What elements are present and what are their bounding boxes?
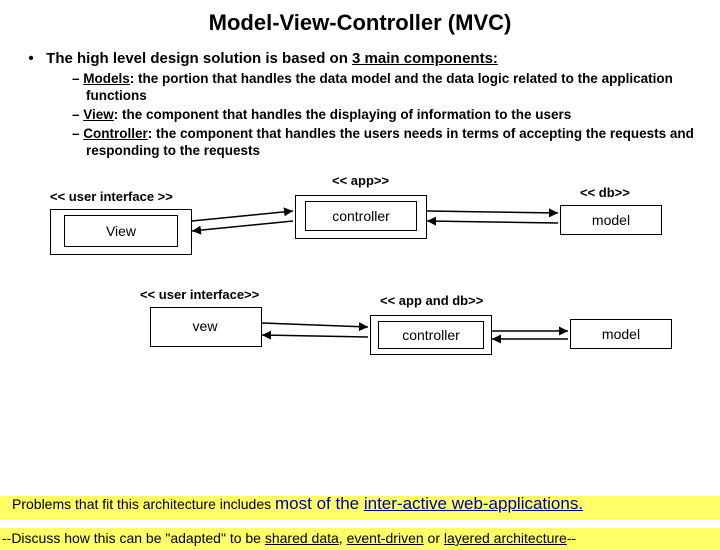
- page-title: Model-View-Controller (MVC): [0, 10, 720, 36]
- d1-ui-label: << user interface >>: [50, 189, 173, 204]
- intro-prefix: The high level design solution is based …: [46, 50, 352, 67]
- intro-underlined: 3 main components:: [352, 50, 498, 67]
- d1-model-box: model: [560, 205, 662, 235]
- bullet-view: – View: the component that handles the d…: [72, 107, 700, 124]
- footer-problems: Problems that fit this architecture incl…: [12, 494, 583, 514]
- diagram-area: << user interface >> << app>> << db>> Vi…: [20, 165, 700, 395]
- d1-db-label: << db>>: [580, 185, 630, 200]
- bullet-controller: – Controller: the component that handles…: [72, 126, 700, 160]
- intro-line: • The high level design solution is base…: [20, 50, 700, 67]
- footer-discuss: --Discuss how this can be "adapted" to b…: [0, 530, 720, 546]
- d1-app-label: << app>>: [332, 173, 389, 188]
- d1-controller-box: controller: [305, 201, 417, 231]
- d2-controller-box: controller: [378, 321, 484, 349]
- d2-ui-label: << user interface>>: [140, 287, 259, 302]
- d2-model-box: model: [570, 319, 672, 349]
- d2-view-box: vew: [160, 313, 250, 339]
- d1-view-box: View: [64, 215, 178, 247]
- d2-appdb-label: << app and db>>: [380, 293, 483, 308]
- bullet-models: – Models: the portion that handles the d…: [72, 71, 700, 105]
